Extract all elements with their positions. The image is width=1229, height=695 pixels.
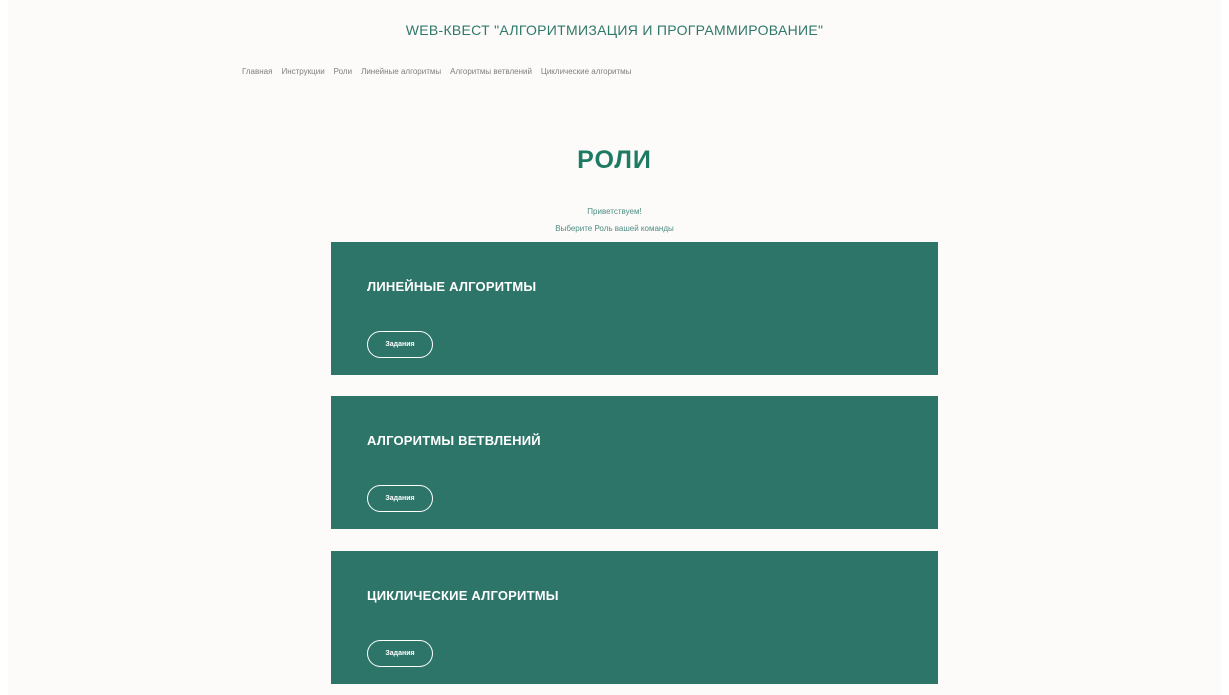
role-card-cyclic: ЦИКЛИЧЕСКИЕ АЛГОРИТМЫ Задания xyxy=(331,551,938,684)
role-card-branching: АЛГОРИТМЫ ВЕТВЛЕНИЙ Задания xyxy=(331,396,938,529)
nav-item-instructions[interactable]: Инструкции xyxy=(281,67,324,76)
role-card-title: ЛИНЕЙНЫЕ АЛГОРИТМЫ xyxy=(367,279,537,294)
role-card-title: ЦИКЛИЧЕСКИЕ АЛГОРИТМЫ xyxy=(367,588,559,603)
role-card-title: АЛГОРИТМЫ ВЕТВЛЕНИЙ xyxy=(367,433,541,448)
nav-item-branching-algorithms[interactable]: Алгоритмы ветвлений xyxy=(450,67,532,76)
greeting-text: Приветствуем! xyxy=(587,207,642,216)
page-background: WEB-КВЕСТ "АЛГОРИТМИЗАЦИЯ И ПРОГРАММИРОВ… xyxy=(8,0,1221,695)
tasks-button[interactable]: Задания xyxy=(367,485,433,512)
greeting-block: Приветствуем! Выберите Роль вашей команд… xyxy=(8,203,1221,237)
tasks-button[interactable]: Задания xyxy=(367,331,433,358)
nav-item-linear-algorithms[interactable]: Линейные алгоритмы xyxy=(361,67,441,76)
choose-role-text: Выберите Роль вашей команды xyxy=(555,224,674,233)
nav-item-roles[interactable]: Роли xyxy=(334,67,352,76)
page-title: РОЛИ xyxy=(577,146,652,174)
nav-item-home[interactable]: Главная xyxy=(242,67,272,76)
top-navigation: Главная Инструкции Роли Линейные алгорит… xyxy=(242,67,631,76)
role-card-linear: ЛИНЕЙНЫЕ АЛГОРИТМЫ Задания xyxy=(331,242,938,375)
site-title[interactable]: WEB-КВЕСТ "АЛГОРИТМИЗАЦИЯ И ПРОГРАММИРОВ… xyxy=(8,22,1221,38)
tasks-button[interactable]: Задания xyxy=(367,640,433,667)
nav-item-cyclic-algorithms[interactable]: Циклические алгоритмы xyxy=(541,67,632,76)
